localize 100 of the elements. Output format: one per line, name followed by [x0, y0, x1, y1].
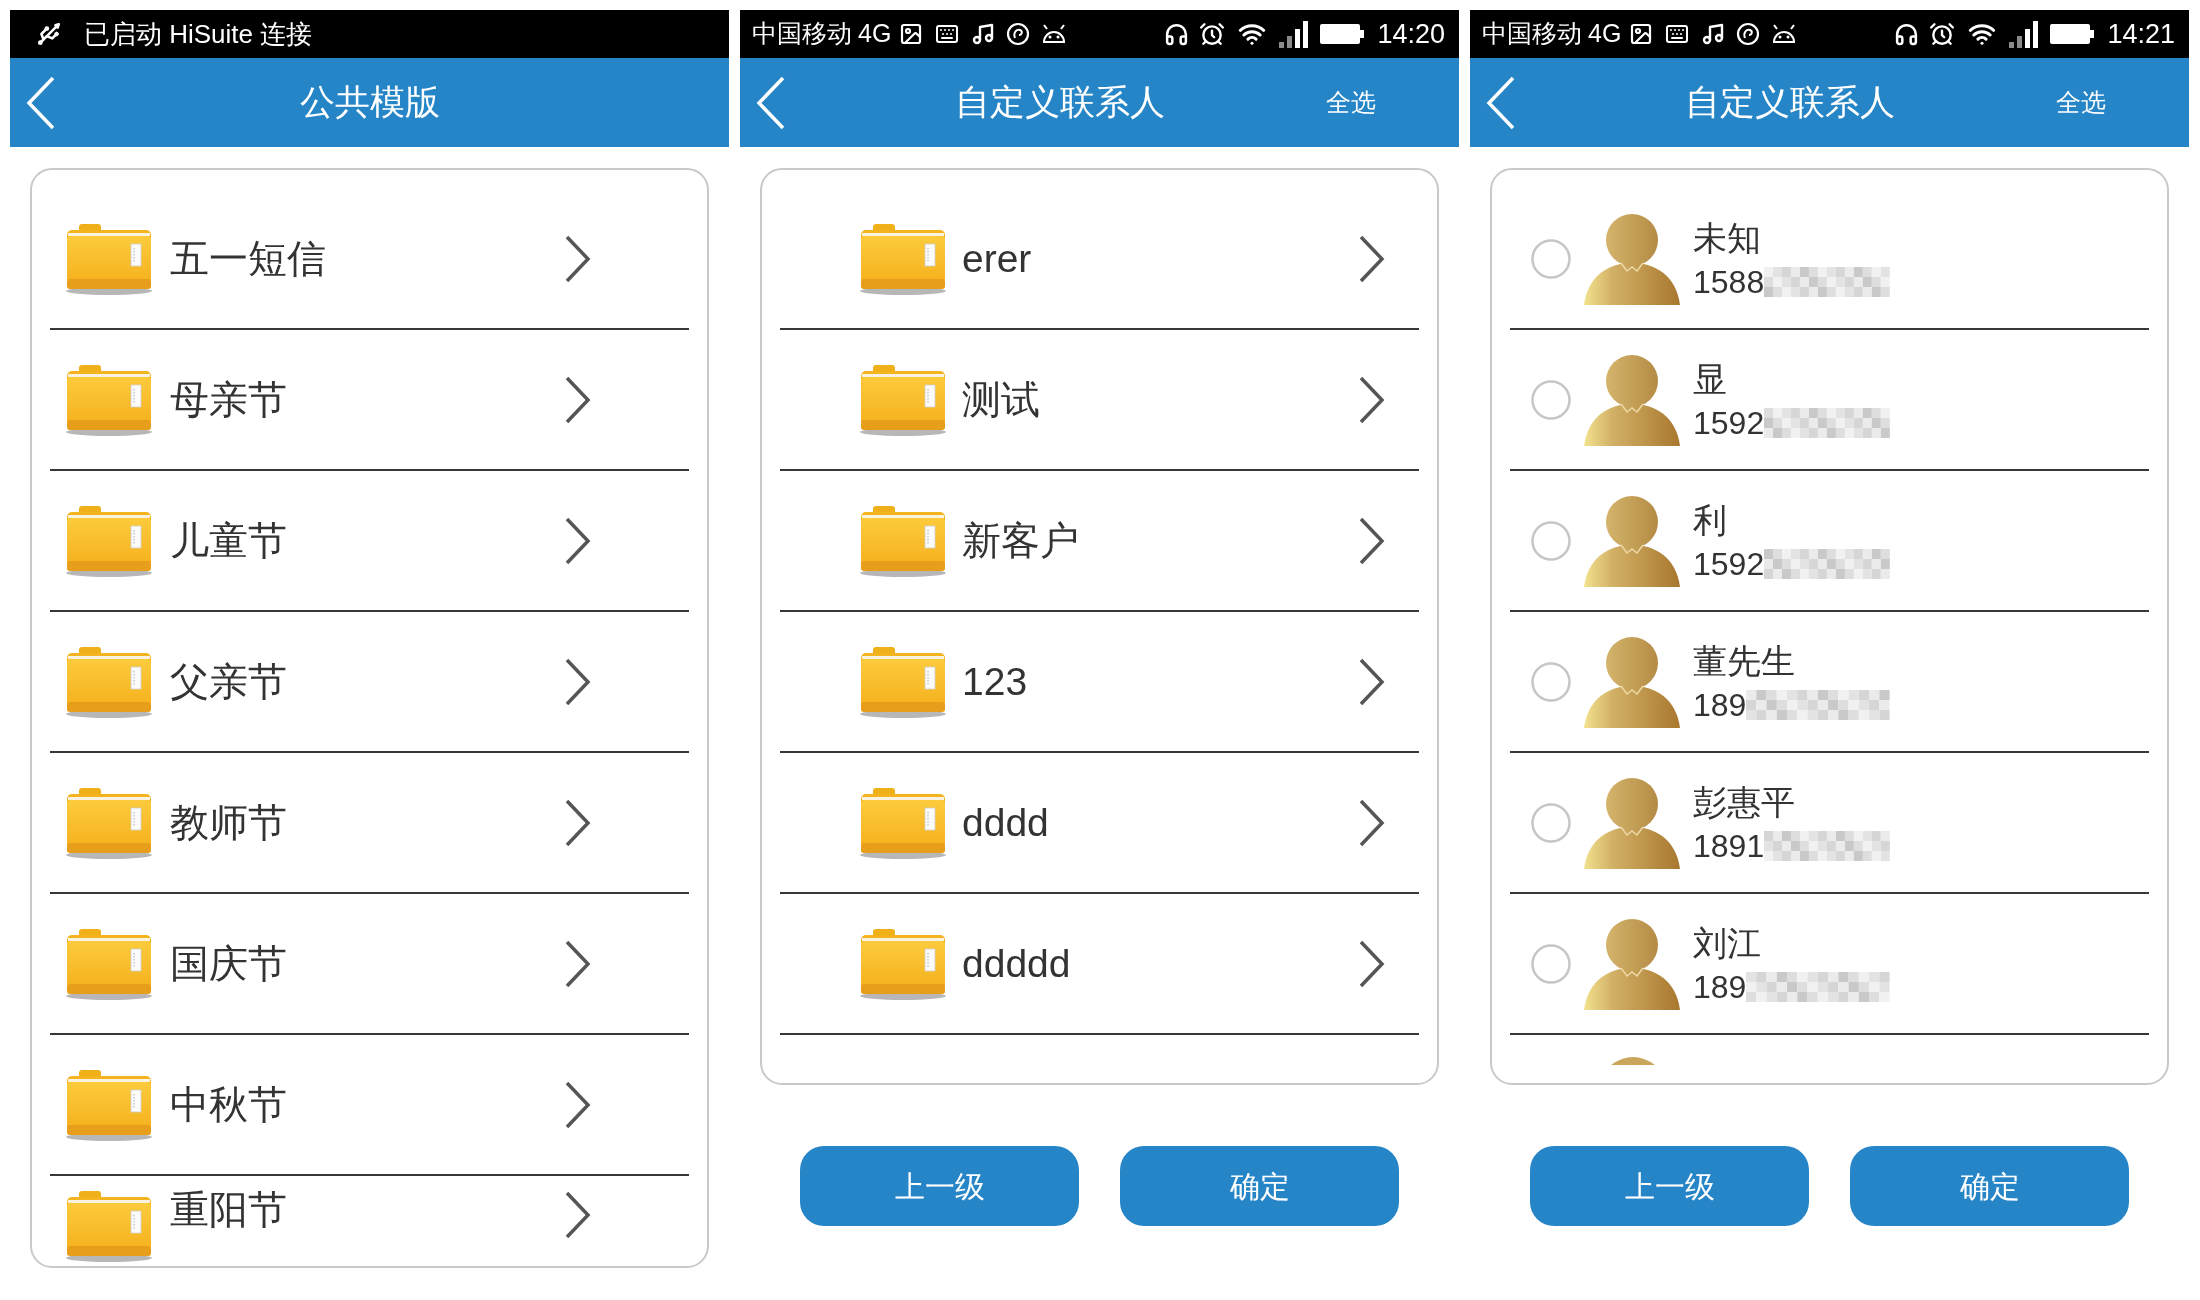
screen-title: 自定义联系人 — [1685, 81, 1895, 124]
robot-icon — [1041, 24, 1068, 44]
folder-icon — [65, 786, 153, 859]
chevron-right-icon — [564, 374, 591, 425]
folder-icon — [859, 363, 947, 436]
chevron-right-icon — [564, 797, 591, 848]
back-button[interactable] — [1485, 74, 1516, 131]
chevron-right-icon — [1358, 233, 1385, 284]
select-all-button[interactable]: 全选 — [2056, 83, 2106, 122]
folder-list-item[interactable]: 五一短信 — [50, 189, 689, 330]
phone-number: 189 — [1693, 685, 1747, 724]
battery-icon — [1319, 23, 1366, 45]
contact-name: 显 — [1693, 358, 1728, 400]
back-button[interactable] — [25, 74, 56, 131]
chevron-right-icon — [1358, 797, 1385, 848]
music-note-icon — [971, 22, 996, 46]
clock-time: 14:20 — [1377, 17, 1445, 51]
signal-bars-icon — [2009, 20, 2040, 48]
phone-number: 1592 — [1693, 403, 1765, 442]
up-level-button[interactable]: 上一级 — [1530, 1146, 1809, 1226]
alarm-clock-icon — [1929, 21, 1956, 47]
back-button[interactable] — [755, 74, 786, 131]
keyboard-icon — [1664, 22, 1691, 46]
carrier-name: 中国移动 — [752, 18, 852, 50]
folder-list-item[interactable]: 中秋节 — [50, 1035, 689, 1176]
clock-time: 14:21 — [2107, 17, 2175, 51]
chevron-right-icon — [564, 1190, 591, 1240]
chevron-left-icon — [25, 74, 56, 131]
phone-number: 1592 — [1693, 544, 1765, 583]
screen-title: 公共模版 — [299, 81, 440, 124]
avatar-icon — [1583, 494, 1681, 587]
chevron-right-icon — [1358, 374, 1385, 425]
circle-swirl-icon — [1006, 22, 1031, 46]
contact-name: 利 — [1693, 499, 1728, 541]
radio-button[interactable] — [1531, 802, 1571, 843]
folder-list-item[interactable]: dddd — [780, 753, 1419, 894]
avatar-icon — [1583, 353, 1681, 446]
chevron-left-icon — [755, 74, 786, 131]
folder-list-item[interactable]: 父亲节 — [50, 612, 689, 753]
confirm-button[interactable]: 确定 — [1120, 1146, 1399, 1226]
chevron-right-icon — [1358, 938, 1385, 989]
alarm-clock-icon — [1199, 21, 1226, 47]
confirm-button[interactable]: 确定 — [1850, 1146, 2129, 1226]
folder-list-item[interactable]: ddddd — [780, 894, 1419, 1035]
folder-icon — [859, 645, 947, 718]
avatar-icon — [1583, 917, 1681, 1010]
screen-title: 自定义联系人 — [955, 81, 1165, 124]
contact-name: 董先生 — [1693, 640, 1796, 682]
folder-icon — [65, 645, 153, 718]
status-text: 已启动 HiSuite 连接 — [84, 17, 313, 51]
radio-button[interactable] — [1531, 238, 1571, 279]
carrier-name: 中国移动 — [1482, 18, 1582, 50]
folder-icon — [859, 222, 947, 295]
folder-list-item[interactable]: 测试 — [780, 330, 1419, 471]
folder-list-item[interactable]: 母亲节 — [50, 330, 689, 471]
headphones-icon — [1894, 21, 1920, 47]
select-all-button[interactable]: 全选 — [1326, 83, 1376, 122]
contact-name: 未知 — [1693, 217, 1762, 259]
folder-list-item[interactable]: erer — [780, 189, 1419, 330]
circle-swirl-icon — [1736, 22, 1761, 46]
chevron-right-icon — [564, 1079, 591, 1130]
folder-icon — [65, 1190, 153, 1262]
avatar-icon — [1583, 776, 1681, 869]
phone-number: 1588 — [1693, 262, 1765, 301]
avatar-icon — [1583, 635, 1681, 728]
battery-icon — [2049, 23, 2096, 45]
contact-name: 彭惠平 — [1693, 781, 1796, 823]
folder-list-item[interactable]: 123 — [780, 612, 1419, 753]
folder-icon — [65, 363, 153, 436]
radio-button[interactable] — [1531, 520, 1571, 561]
robot-icon — [1771, 24, 1798, 44]
chevron-right-icon — [1358, 656, 1385, 707]
folder-list-item[interactable]: 新客户 — [780, 471, 1419, 612]
radio-button[interactable] — [1531, 943, 1571, 984]
radio-button[interactable] — [1531, 379, 1571, 420]
folder-list-item[interactable]: 教师节 — [50, 753, 689, 894]
avatar-icon — [1583, 212, 1681, 305]
chevron-right-icon — [1358, 515, 1385, 566]
chevron-left-icon — [1485, 74, 1516, 131]
folder-list-item[interactable]: 儿童节 — [50, 471, 689, 612]
signal-bars-icon — [1279, 20, 1310, 48]
music-note-icon — [1701, 22, 1726, 46]
folder-icon — [65, 222, 153, 295]
network-type: 4G — [1588, 18, 1622, 50]
network-type: 4G — [858, 18, 892, 50]
contact-name: 刘江 — [1693, 922, 1762, 964]
folder-icon — [859, 786, 947, 859]
keyboard-icon — [934, 22, 961, 46]
phone-number: 1891 — [1693, 826, 1765, 865]
chevron-right-icon — [564, 233, 591, 284]
chevron-right-icon — [564, 656, 591, 707]
chevron-right-icon — [564, 515, 591, 566]
folder-list-item[interactable]: 重阳节 — [50, 1176, 689, 1266]
headphones-icon — [1164, 21, 1190, 47]
folder-list-item[interactable]: 国庆节 — [50, 894, 689, 1035]
up-level-button[interactable]: 上一级 — [800, 1146, 1079, 1226]
folder-icon — [859, 927, 947, 1000]
picture-icon — [899, 22, 924, 46]
radio-button[interactable] — [1531, 661, 1571, 702]
phone-number: 189 — [1693, 967, 1747, 1006]
